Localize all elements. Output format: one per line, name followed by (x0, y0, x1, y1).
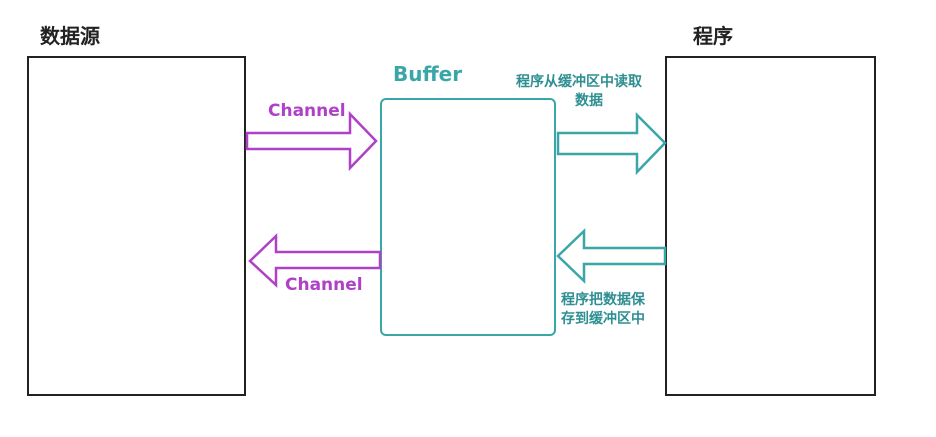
read-arrow (556, 111, 667, 176)
write-label-line1: 程序把数据保 (561, 292, 645, 308)
channel-in-arrow (245, 110, 378, 172)
write-label-line2: 存到缓冲区中 (561, 311, 645, 327)
write-arrow (556, 228, 667, 284)
channel-in-label: Channel (268, 101, 346, 121)
read-label-line1: 程序从缓冲区中读取 (516, 74, 642, 90)
channel-out-label: Channel (285, 275, 363, 295)
arrows-layer (245, 110, 667, 288)
read-label-line2: 数据 (575, 93, 603, 109)
